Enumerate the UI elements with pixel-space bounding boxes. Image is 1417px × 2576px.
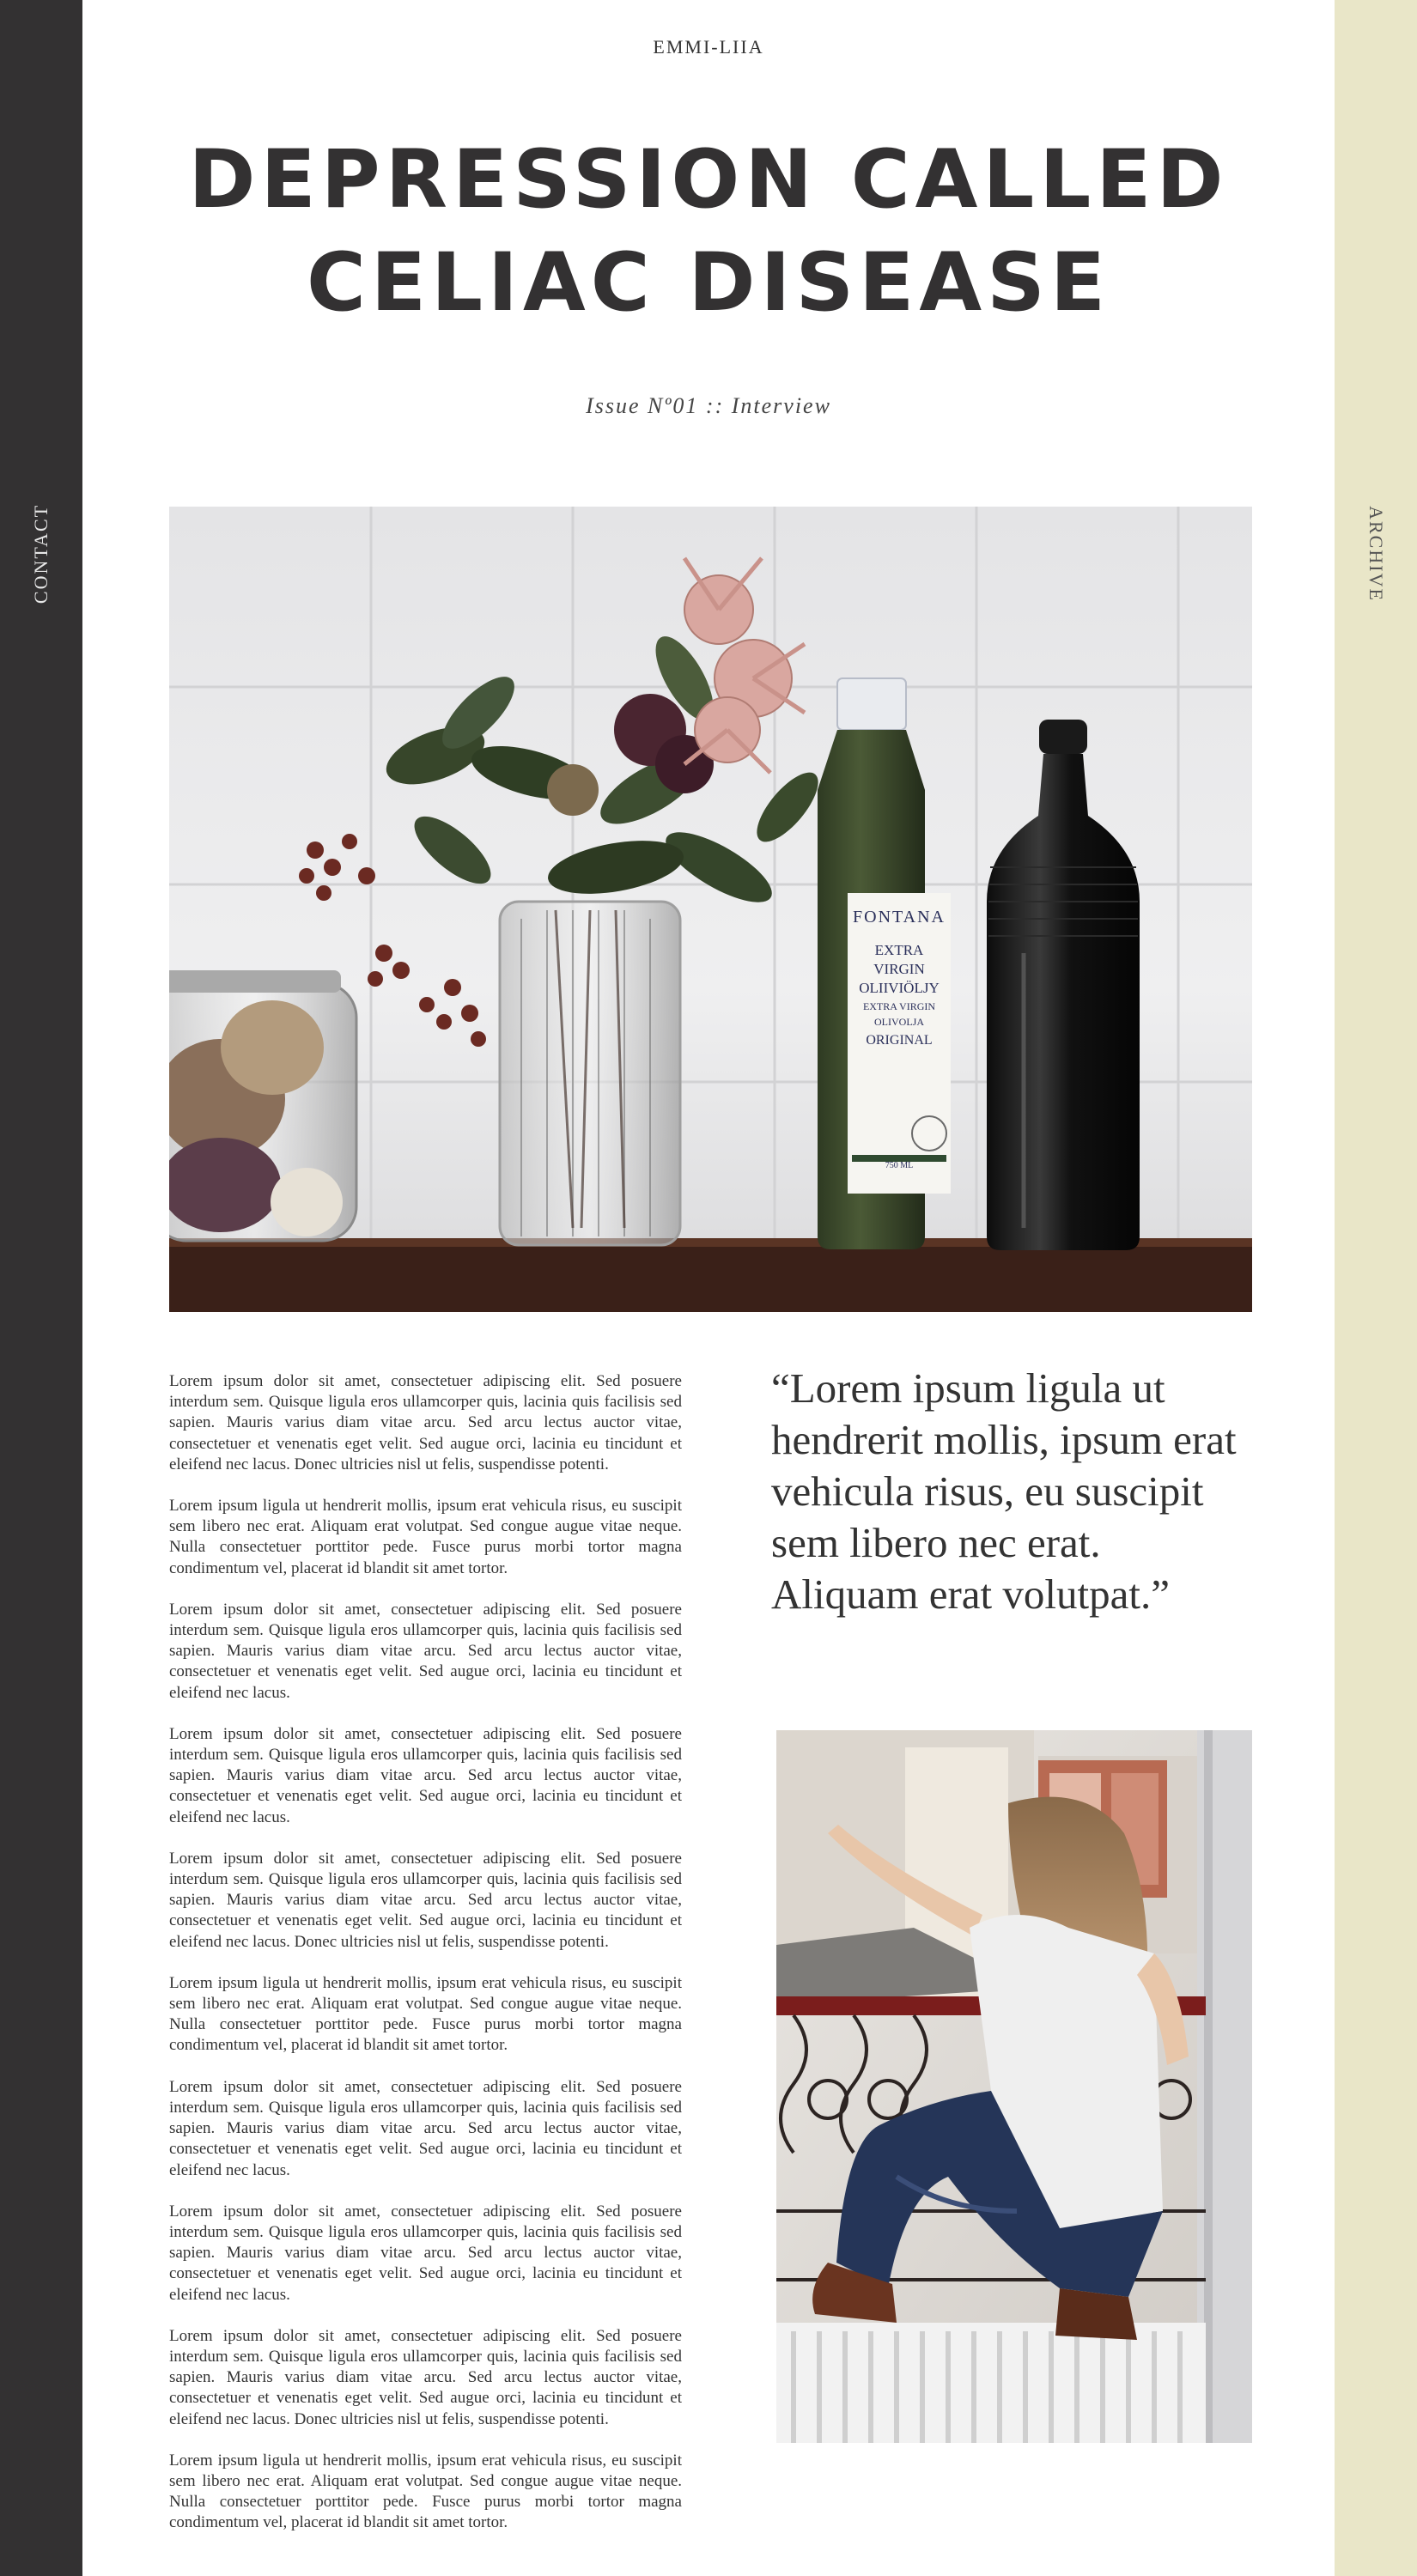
title-line-2: CELIAC DISEASE <box>306 236 1111 330</box>
body-paragraph: Lorem ipsum ligula ut hendrerit mollis, … <box>169 1973 682 2055</box>
article-body: Lorem ipsum dolor sit amet, consectetuer… <box>169 1371 682 2555</box>
svg-text:EXTRA: EXTRA <box>875 942 924 958</box>
girl-photo <box>776 1730 1252 2443</box>
body-paragraph: Lorem ipsum dolor sit amet, consectetuer… <box>169 1849 682 1951</box>
site-brand[interactable]: EMMI-LIIA <box>82 36 1335 58</box>
svg-text:ORIGINAL: ORIGINAL <box>866 1033 932 1048</box>
body-paragraph: Lorem ipsum dolor sit amet, consectetuer… <box>169 2202 682 2304</box>
svg-text:EXTRA VIRGIN: EXTRA VIRGIN <box>863 1000 935 1012</box>
body-paragraph: Lorem ipsum ligula ut hendrerit mollis, … <box>169 1497 682 1577</box>
body-paragraph: Lorem ipsum ligula ut hendrerit mollis, … <box>169 2451 682 2532</box>
svg-text:750 ML: 750 ML <box>885 1161 914 1170</box>
svg-text:VIRGIN: VIRGIN <box>873 961 925 977</box>
body-paragraph: Lorem ipsum dolor sit amet, consectetuer… <box>169 2077 682 2179</box>
contact-link[interactable]: CONTACT <box>30 504 52 604</box>
body-paragraph: Lorem ipsum dolor sit amet, consectetuer… <box>169 2326 682 2428</box>
svg-text:FONTANA: FONTANA <box>853 908 946 927</box>
title-line-1: DEPRESSION CALLED <box>188 133 1229 227</box>
sidebar-left: CONTACT <box>0 0 82 2576</box>
still-life-photo: FONTANA EXTRA VIRGIN OLIIVIÖLJY EXTRA VI… <box>169 507 1252 1312</box>
issue-subtitle: Issue Nº01 :: Interview <box>586 393 831 418</box>
sidebar-right: ARCHIVE <box>1335 0 1417 2576</box>
body-paragraph: Lorem ipsum dolor sit amet, consectetuer… <box>169 1372 682 1473</box>
girl-window-photo <box>776 1730 1252 2443</box>
body-paragraph: Lorem ipsum dolor sit amet, consectetuer… <box>169 1724 682 1826</box>
body-paragraph: Lorem ipsum dolor sit amet, consectetuer… <box>169 1600 682 1702</box>
archive-link[interactable]: ARCHIVE <box>1365 506 1387 602</box>
pull-quote: “Lorem ipsum ligula ut hendrerit mollis,… <box>771 1364 1237 1618</box>
hero-image: FONTANA EXTRA VIRGIN OLIIVIÖLJY EXTRA VI… <box>169 507 1252 1312</box>
article-title: DEPRESSION CALLED CELIAC DISEASE <box>82 129 1335 335</box>
svg-text:OLIVOLJA: OLIVOLJA <box>874 1016 924 1028</box>
svg-text:OLIIVIÖLJY: OLIIVIÖLJY <box>859 980 939 996</box>
